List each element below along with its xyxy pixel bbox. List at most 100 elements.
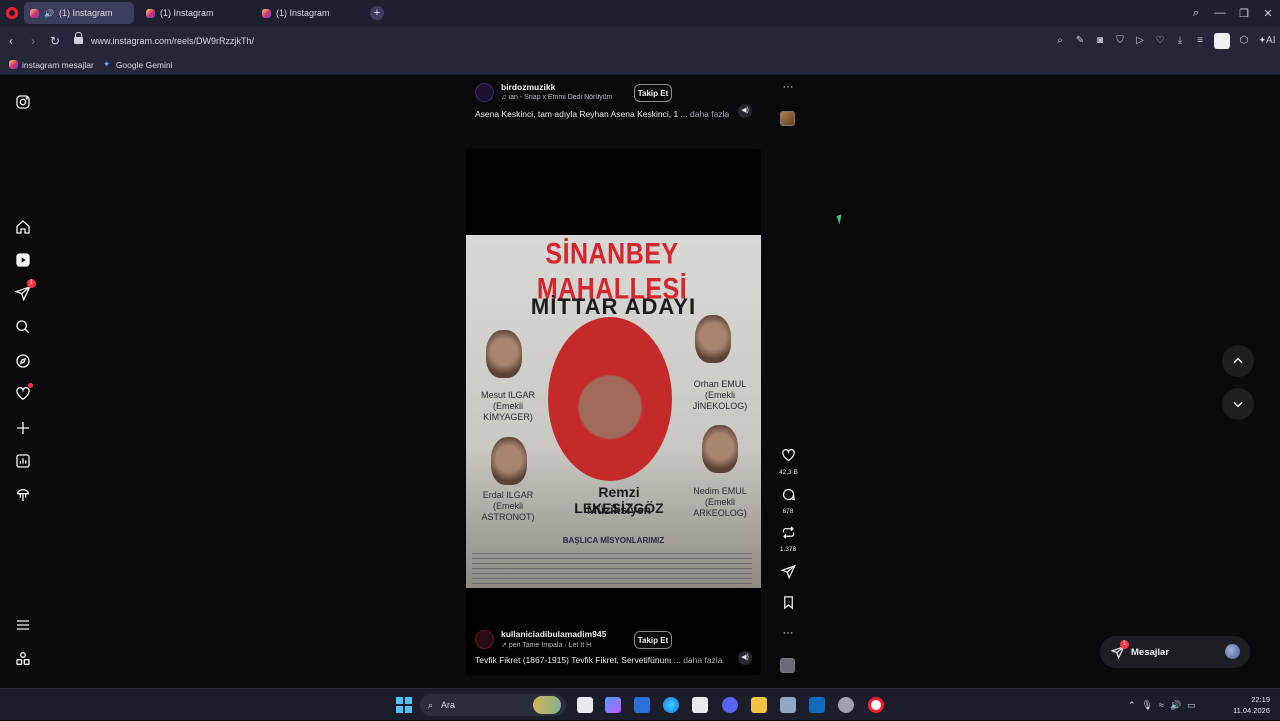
shield-icon[interactable]: ⛉ <box>1110 35 1130 46</box>
search-icon[interactable] <box>14 318 31 335</box>
task-view-icon[interactable] <box>577 697 593 713</box>
avatar[interactable] <box>475 83 494 102</box>
notifications-heart-icon[interactable] <box>14 383 33 402</box>
notification-dot <box>28 383 33 388</box>
reel-username[interactable]: kullaniciadibulamadim945 <box>501 629 606 639</box>
more-options-icon[interactable]: ··· <box>779 627 797 639</box>
outlook-icon[interactable] <box>634 697 650 713</box>
taskbar-clock[interactable]: 22:19 11.04.2026 <box>1233 694 1270 716</box>
person-caption: Mesut ILGAR (Emekli KİMYAGER) <box>470 390 546 423</box>
home-icon[interactable] <box>14 218 31 235</box>
heart-icon[interactable]: ♡ <box>1150 35 1170 46</box>
back-button[interactable]: ‹ <box>0 34 22 48</box>
bookmark-instagram-mesajlar[interactable]: instagram mesajlar <box>9 60 94 70</box>
more-menu-icon[interactable] <box>14 616 31 633</box>
like-count: 42,3 B <box>779 469 798 476</box>
url-field[interactable]: www.instagram.com/reels/DW9rRzzjkTh/ <box>91 36 254 46</box>
minimize-button[interactable]: — <box>1208 7 1232 19</box>
follow-button[interactable]: Takip Et <box>634 631 672 649</box>
person-photo <box>695 315 731 363</box>
save-button[interactable] <box>779 595 797 615</box>
person-role: (Emekli JİNEKOLOG) <box>692 390 748 411</box>
person-name: Mesut ILGAR <box>480 390 536 400</box>
lock-icon[interactable] <box>74 32 83 44</box>
instagram-logo-icon[interactable] <box>14 93 31 110</box>
tab-search-icon[interactable]: ⌕ <box>1184 7 1208 20</box>
direct-messages-icon[interactable]: 1 <box>14 279 36 301</box>
comment-count: 678 <box>782 508 794 515</box>
more-options-icon[interactable]: ··· <box>779 81 797 93</box>
reel-music[interactable]: ↗ pen Tame Impala · Let It H <box>501 641 591 649</box>
reel-caption[interactable]: Asena Keskinci, tam adıyla Reyhan Asena … <box>475 109 729 119</box>
tab-instagram-3[interactable]: (1) Instagram <box>256 2 366 24</box>
also-from-meta-icon[interactable] <box>14 650 31 667</box>
more-link[interactable]: daha fazla <box>690 109 729 119</box>
show-hidden-icons-icon[interactable]: ⌃ <box>1128 700 1136 711</box>
forward-button[interactable]: › <box>22 34 44 48</box>
play-icon[interactable]: ▷ <box>1130 35 1150 46</box>
reel-music[interactable]: ♫ ıan - Snap x Emmi Dedi Nörüyüm <box>501 94 612 101</box>
store-icon[interactable] <box>692 697 708 713</box>
share-button[interactable] <box>779 564 797 584</box>
opera-icon[interactable] <box>868 697 884 713</box>
tab-instagram-2[interactable]: (1) Instagram <box>140 2 250 24</box>
wifi-icon[interactable]: ≈ <box>1159 700 1164 710</box>
repost-button[interactable]: 1.378 <box>779 525 797 553</box>
cube-icon[interactable]: ⬡ <box>1234 35 1254 46</box>
messages-button[interactable]: 1 Mesajlar <box>1100 636 1250 668</box>
microphone-icon[interactable]: 🎙 <box>1142 700 1153 711</box>
tab-bar: 🔊 (1) Instagram (1) Instagram (1) Instag… <box>0 0 1280 26</box>
tab-instagram-1[interactable]: 🔊 (1) Instagram <box>24 2 134 24</box>
bookmark-google-gemini[interactable]: ✦ Google Gemini <box>103 60 173 70</box>
reels-icon[interactable] <box>14 251 31 268</box>
app-icon[interactable] <box>809 697 825 713</box>
edit-icon[interactable]: ✎ <box>1070 35 1090 46</box>
windows-start-icon[interactable] <box>396 697 412 713</box>
chevron-up-icon <box>1233 357 1243 364</box>
threads-icon[interactable] <box>14 486 31 503</box>
ai-button[interactable]: ✦AI <box>1254 35 1280 46</box>
restore-button[interactable]: ❐ <box>1232 7 1256 20</box>
volume-icon[interactable]: 🔊 <box>1170 700 1181 711</box>
bookmark-label: Google Gemini <box>115 59 173 70</box>
extension-icon[interactable] <box>1214 32 1230 49</box>
caption-text: Tevfik Fikret (1867-1915) Tevfik Fikret,… <box>475 655 681 665</box>
camera-icon[interactable]: ◙ <box>1090 35 1110 46</box>
battery-icon[interactable]: ▭ <box>1187 700 1196 711</box>
reload-button[interactable]: ↻ <box>44 34 66 48</box>
menu-icon[interactable]: ≡ <box>1190 35 1210 46</box>
download-icon[interactable]: ⤓ <box>1170 35 1190 46</box>
follow-button[interactable]: Takip Et <box>634 84 672 102</box>
create-plus-icon[interactable] <box>14 419 31 436</box>
app-icon[interactable] <box>838 697 854 713</box>
comment-button[interactable]: 678 <box>779 487 797 515</box>
next-reel-button[interactable] <box>1222 388 1254 420</box>
avatar[interactable] <box>475 630 494 649</box>
search-highlight-icon[interactable] <box>533 696 561 714</box>
repost-icon <box>782 526 794 539</box>
clock-date: 11.04.2026 <box>1233 706 1270 715</box>
previous-reel-button[interactable] <box>1222 345 1254 377</box>
search-page-icon[interactable]: ⌕ <box>1050 35 1070 46</box>
edge-icon[interactable] <box>663 697 679 713</box>
audio-thumbnail[interactable] <box>780 111 795 126</box>
file-explorer-icon[interactable] <box>751 697 767 713</box>
reel-caption[interactable]: Tevfik Fikret (1867-1915) Tevfik Fikret,… <box>475 655 722 665</box>
opera-menu-icon[interactable] <box>6 7 18 19</box>
like-button[interactable]: 42,3 B <box>779 448 798 476</box>
volume-icon[interactable]: ◀) <box>738 104 752 118</box>
copilot-icon[interactable] <box>605 697 621 713</box>
reel-username[interactable]: birdozmuzikk <box>501 82 555 92</box>
new-tab-button[interactable]: + <box>370 6 384 20</box>
dashboard-icon[interactable] <box>14 452 31 469</box>
reel-video[interactable]: SİNANBEY MAHALLESİ MİTTAR ADAYI Mesut IL… <box>466 149 761 675</box>
explore-icon[interactable] <box>14 352 31 369</box>
app-icon[interactable] <box>780 697 796 713</box>
close-window-button[interactable]: ✕ <box>1256 7 1280 20</box>
audio-thumbnail[interactable] <box>780 658 795 673</box>
more-link[interactable]: daha fazla <box>683 655 722 665</box>
volume-icon[interactable]: ◀) <box>738 651 752 665</box>
person-caption: Erdal ILGAR (Emekli ASTRONOT) <box>470 490 546 523</box>
speaker-icon[interactable]: 🔊 <box>44 9 54 18</box>
discord-icon[interactable] <box>722 697 738 713</box>
